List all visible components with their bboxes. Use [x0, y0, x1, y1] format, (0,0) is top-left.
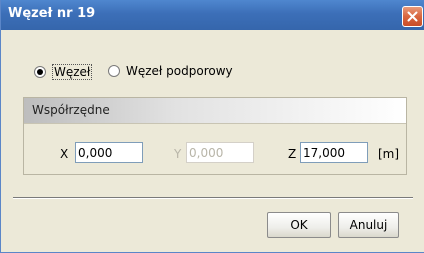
- y-label: Y: [174, 147, 182, 161]
- close-icon: [407, 11, 418, 22]
- radio-button-wezel[interactable]: [34, 66, 46, 78]
- coordinates-panel-header: Współrzędne: [24, 98, 406, 124]
- coordinates-panel: Współrzędne X 0,000 Y 0,000 Z 17,000 [m]: [23, 97, 407, 175]
- coordinates-title: Współrzędne: [32, 103, 110, 117]
- radio-label-wezel: Węzeł: [52, 64, 93, 80]
- close-button[interactable]: [402, 6, 423, 27]
- separator: [13, 197, 413, 199]
- title-bar[interactable]: Węzeł nr 19: [1, 0, 424, 30]
- x-field[interactable]: 0,000: [75, 142, 143, 163]
- cancel-button[interactable]: Anuluj: [338, 212, 399, 238]
- radio-label-wezel-podporowy: Węzeł podporowy: [126, 64, 233, 78]
- dialog-window: Węzeł nr 19 Węzeł Węzeł podporowy Współr…: [0, 0, 424, 253]
- ok-button[interactable]: OK: [267, 212, 331, 238]
- radio-wezel-podporowy[interactable]: Węzeł podporowy: [108, 64, 233, 78]
- window-title: Węzeł nr 19: [8, 6, 96, 21]
- radio-button-wezel-podporowy[interactable]: [108, 65, 120, 77]
- radio-wezel[interactable]: Węzeł: [34, 64, 93, 80]
- x-label: X: [60, 147, 69, 161]
- unit-label: [m]: [378, 147, 400, 161]
- z-field[interactable]: 17,000: [300, 142, 368, 163]
- y-field: 0,000: [186, 142, 254, 163]
- z-label: Z: [288, 147, 297, 161]
